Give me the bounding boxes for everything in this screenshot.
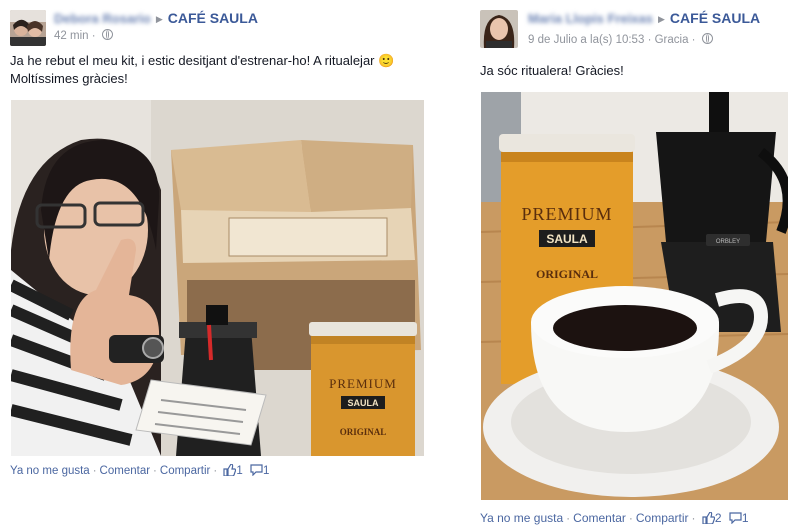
post-photo[interactable]: PREMIUM SAULA ORIGINAL ORBLEY	[481, 92, 788, 500]
arrow-right-icon: ▶	[658, 14, 665, 24]
avatar[interactable]	[480, 10, 518, 48]
tin-label-premium: PREMIUM	[329, 376, 397, 391]
post-message: Ja he rebut el meu kit, i estic desitjan…	[10, 53, 395, 86]
unlike-link[interactable]: Ya no me gusta	[480, 511, 563, 525]
comment-icon[interactable]	[250, 464, 263, 476]
post-actions: Ya no me gusta · Comentar · Compartir · 1 1	[10, 464, 270, 477]
thumbs-up-icon[interactable]	[702, 512, 715, 524]
post-message: Ja sóc ritualera! Gràcies!	[480, 63, 624, 78]
post-right: Maria Llopis Freixas ▶ CAFÉ SAULA 9 de Jul…	[470, 0, 800, 530]
avatar[interactable]	[10, 10, 46, 46]
timestamp[interactable]: 9 de Julio a la(s) 10:53	[528, 34, 644, 46]
post-meta: 42 min ·	[54, 29, 113, 42]
thumbs-up-icon[interactable]	[223, 464, 237, 476]
post-meta: 9 de Julio a la(s) 10:53 · Gracia ·	[528, 33, 713, 46]
comment-count[interactable]: 1	[742, 511, 749, 525]
page-link[interactable]: CAFÉ SAULA	[670, 10, 760, 26]
tin-label-premium: PREMIUM	[521, 204, 612, 224]
author-name[interactable]: Debora Rosario	[54, 11, 151, 26]
unlike-link[interactable]: Ya no me gusta	[10, 465, 90, 477]
tin-label-brand: SAULA	[348, 398, 379, 408]
author-name[interactable]: Maria Llopis Freixas	[528, 11, 653, 26]
like-count[interactable]: 1	[236, 465, 242, 477]
like-count[interactable]: 2	[715, 511, 722, 525]
post-left: Debora Rosario ▶ CAFÉ SAULA 42 min · Ja he…	[0, 0, 440, 530]
globe-icon	[101, 29, 113, 40]
tin-label-original: ORIGINAL	[536, 267, 598, 281]
post-photo[interactable]: PREMIUM SAULA ORIGINAL	[11, 100, 424, 456]
arrow-right-icon: ▶	[155, 14, 163, 24]
comment-icon[interactable]	[729, 512, 742, 524]
post-actions: Ya no me gusta · Comentar · Compartir · 2 1	[480, 511, 749, 525]
comment-link[interactable]: Comentar	[573, 511, 626, 525]
comment-link[interactable]: Comentar	[100, 465, 151, 477]
comment-count[interactable]: 1	[263, 465, 269, 477]
timestamp[interactable]: 42 min	[54, 30, 89, 42]
share-link[interactable]: Compartir	[160, 465, 210, 477]
pot-brand: ORBLEY	[716, 239, 740, 245]
globe-icon	[701, 33, 713, 44]
page-link[interactable]: CAFÉ SAULA	[168, 10, 258, 26]
post-header: Debora Rosario ▶ CAFÉ SAULA 42 min ·	[10, 8, 440, 46]
share-link[interactable]: Compartir	[636, 511, 689, 525]
location[interactable]: Gracia	[655, 34, 689, 46]
tin-label-brand: SAULA	[546, 232, 588, 246]
tin-label-original: ORIGINAL	[340, 427, 387, 437]
post-header: Maria Llopis Freixas ▶ CAFÉ SAULA 9 de Jul…	[480, 8, 800, 48]
